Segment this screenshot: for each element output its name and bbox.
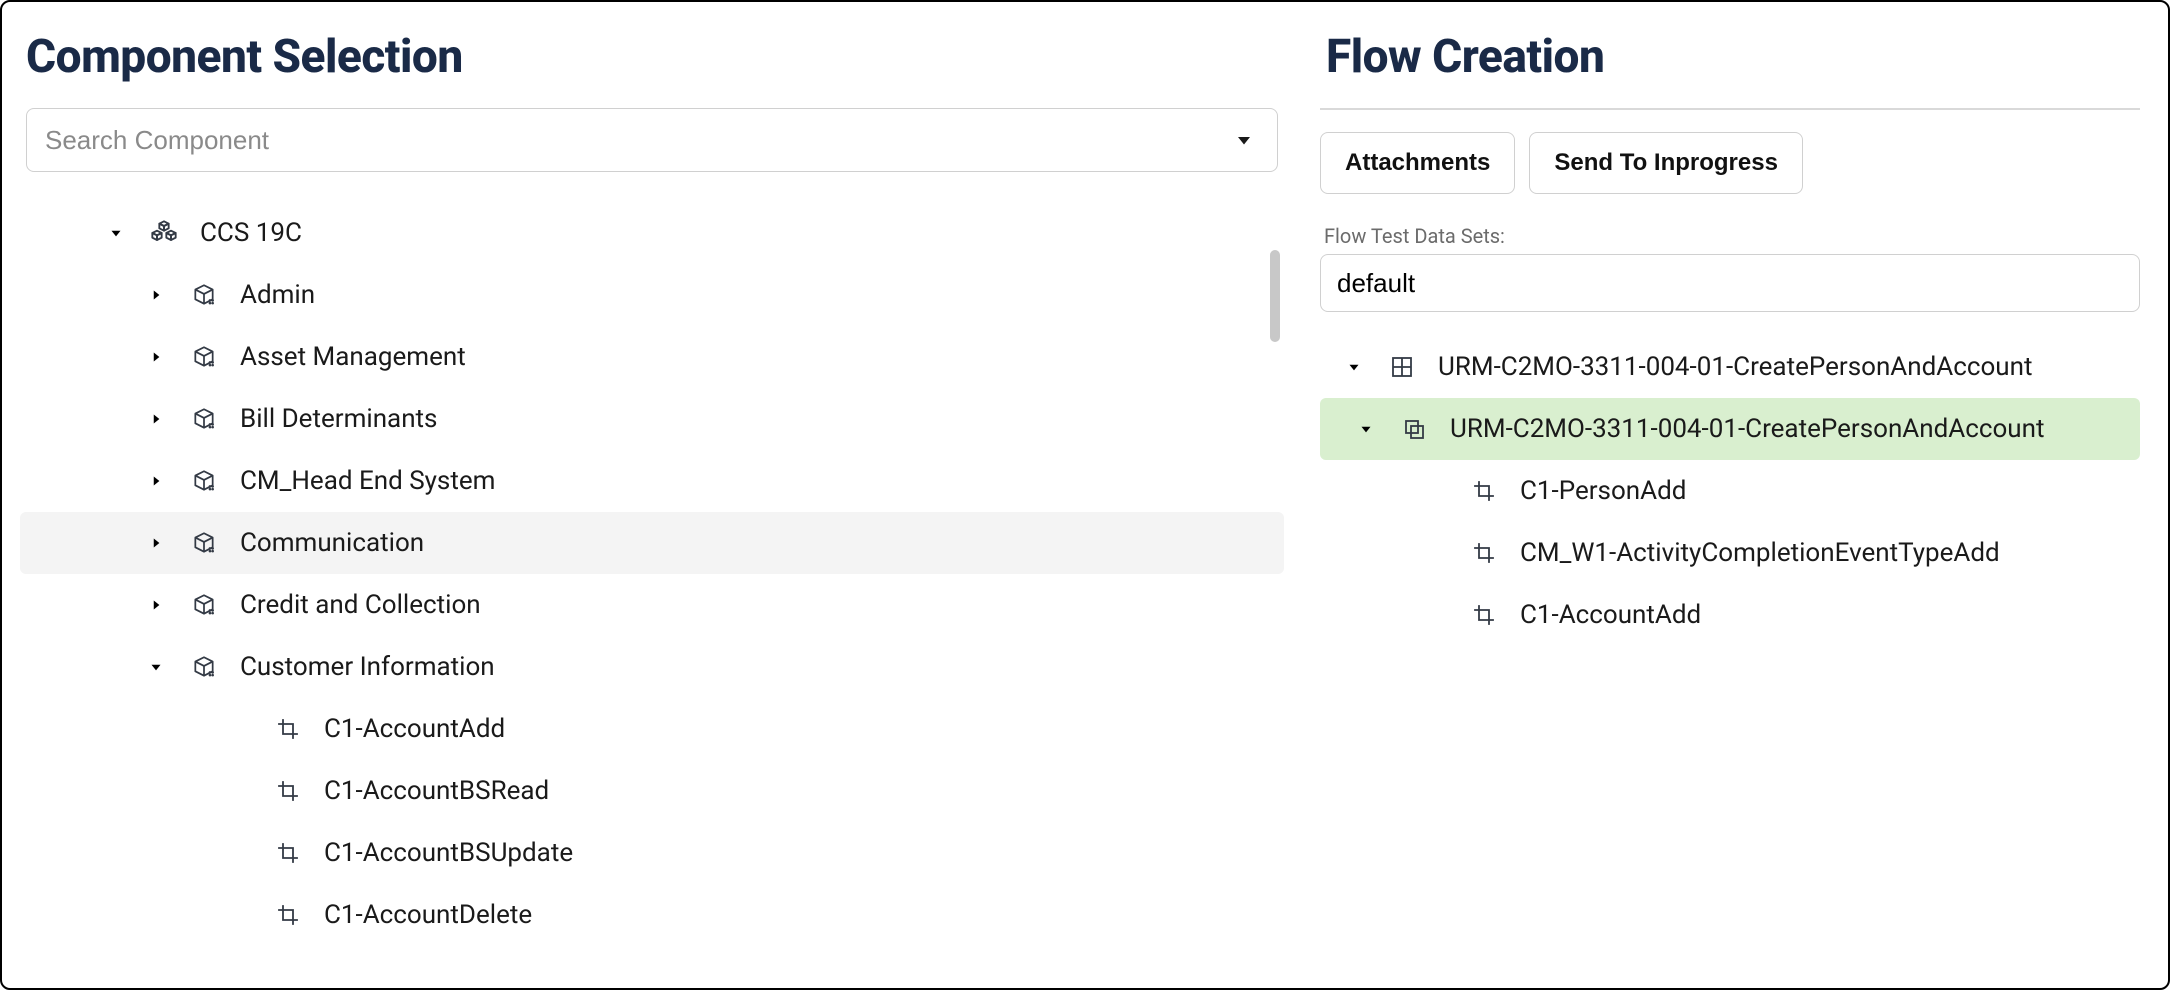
tree-node-label: Credit and Collection <box>240 592 481 618</box>
component-selection-panel: Component Selection CCS 19C <box>2 2 1302 988</box>
tree-node-label: C1-AccountAdd <box>324 716 505 742</box>
tree-node-label: C1-PersonAdd <box>1520 478 1686 504</box>
flow-step-node[interactable]: C1-PersonAdd <box>1320 460 2140 522</box>
tree-node-cm-head-end-system[interactable]: CM_Head End System <box>20 450 1284 512</box>
flow-step-node[interactable]: CM_W1-ActivityCompletionEventTypeAdd <box>1320 522 2140 584</box>
package-icon <box>188 465 220 497</box>
tree-node-label: C1-AccountBSUpdate <box>324 840 573 866</box>
search-component-combobox[interactable] <box>26 108 1278 172</box>
component-selection-title: Component Selection <box>26 30 1284 84</box>
flow-action-buttons: Attachments Send To Inprogress <box>1320 132 2140 194</box>
component-icon <box>272 775 304 807</box>
expand-toggle-icon[interactable] <box>142 410 170 428</box>
tree-node-label: URM-C2MO-3311-004-01-CreatePersonAndAcco… <box>1438 354 2032 380</box>
expand-toggle-icon[interactable] <box>1340 358 1368 376</box>
scenario-icon <box>1398 413 1430 445</box>
tree-node-label: C1-AccountBSRead <box>324 778 549 804</box>
component-tree: CCS 19C Admin <box>20 196 1284 970</box>
flow-dataset-input[interactable] <box>1320 254 2140 312</box>
tree-node-label: Asset Management <box>240 344 466 370</box>
tree-node-label: CCS 19C <box>200 220 302 246</box>
tree-node-asset-management[interactable]: Asset Management <box>20 326 1284 388</box>
tree-node-label: C1-AccountAdd <box>1520 602 1701 628</box>
tree-node-communication[interactable]: Communication <box>20 512 1284 574</box>
tree-node-label: CM_W1-ActivityCompletionEventTypeAdd <box>1520 540 2000 566</box>
package-icon <box>188 651 220 683</box>
component-icon <box>272 837 304 869</box>
tree-node-customer-information[interactable]: Customer Information <box>20 636 1284 698</box>
package-icon <box>188 403 220 435</box>
expand-toggle-icon[interactable] <box>142 348 170 366</box>
scrollbar-thumb[interactable] <box>1270 250 1280 342</box>
expand-toggle-icon[interactable] <box>142 534 170 552</box>
expand-toggle-icon[interactable] <box>142 286 170 304</box>
component-icon <box>1468 599 1500 631</box>
expand-toggle-icon[interactable] <box>142 658 170 676</box>
send-to-inprogress-button[interactable]: Send To Inprogress <box>1529 132 1803 194</box>
package-icon <box>188 341 220 373</box>
flow-creation-title: Flow Creation <box>1326 30 2140 84</box>
tree-leaf-component[interactable]: C1-AccountBSRead <box>20 760 1284 822</box>
flow-creation-panel: Flow Creation Attachments Send To Inprog… <box>1302 2 2168 988</box>
package-icon <box>188 527 220 559</box>
expand-toggle-icon[interactable] <box>142 472 170 490</box>
tree-leaf-component[interactable]: C1-AccountAdd <box>20 698 1284 760</box>
component-icon <box>1468 537 1500 569</box>
tree-node-label: Customer Information <box>240 654 495 680</box>
tree-node-credit-and-collection[interactable]: Credit and Collection <box>20 574 1284 636</box>
tree-node-label: Bill Determinants <box>240 406 437 432</box>
divider <box>1320 108 2140 110</box>
package-icon <box>188 589 220 621</box>
flow-step-node[interactable]: C1-AccountAdd <box>1320 584 2140 646</box>
component-icon <box>272 899 304 931</box>
flow-tree: URM-C2MO-3311-004-01-CreatePersonAndAcco… <box>1320 330 2140 970</box>
tree-node-admin[interactable]: Admin <box>20 264 1284 326</box>
attachments-button[interactable]: Attachments <box>1320 132 1515 194</box>
expand-toggle-icon[interactable] <box>102 224 130 242</box>
component-icon <box>1468 475 1500 507</box>
tree-node-label: CM_Head End System <box>240 468 495 494</box>
tree-node-label: Communication <box>240 530 424 556</box>
tree-node-root[interactable]: CCS 19C <box>20 202 1284 264</box>
tree-node-label: Admin <box>240 282 315 308</box>
tree-node-bill-determinants[interactable]: Bill Determinants <box>20 388 1284 450</box>
flow-root-node[interactable]: URM-C2MO-3311-004-01-CreatePersonAndAcco… <box>1320 336 2140 398</box>
flow-dataset-label: Flow Test Data Sets: <box>1324 224 2140 248</box>
expand-toggle-icon[interactable] <box>142 596 170 614</box>
flow-scenario-node[interactable]: URM-C2MO-3311-004-01-CreatePersonAndAcco… <box>1320 398 2140 460</box>
tree-leaf-component[interactable]: C1-AccountBSUpdate <box>20 822 1284 884</box>
tree-node-label: C1-AccountDelete <box>324 902 532 928</box>
package-icon <box>188 279 220 311</box>
tree-leaf-component[interactable]: C1-AccountDelete <box>20 884 1284 946</box>
tree-node-label: URM-C2MO-3311-004-01-CreatePersonAndAcco… <box>1450 416 2044 442</box>
flow-grid-icon <box>1386 351 1418 383</box>
expand-toggle-icon[interactable] <box>1352 420 1380 438</box>
library-icon <box>148 217 180 249</box>
search-component-input[interactable] <box>26 108 1278 172</box>
component-icon <box>272 713 304 745</box>
